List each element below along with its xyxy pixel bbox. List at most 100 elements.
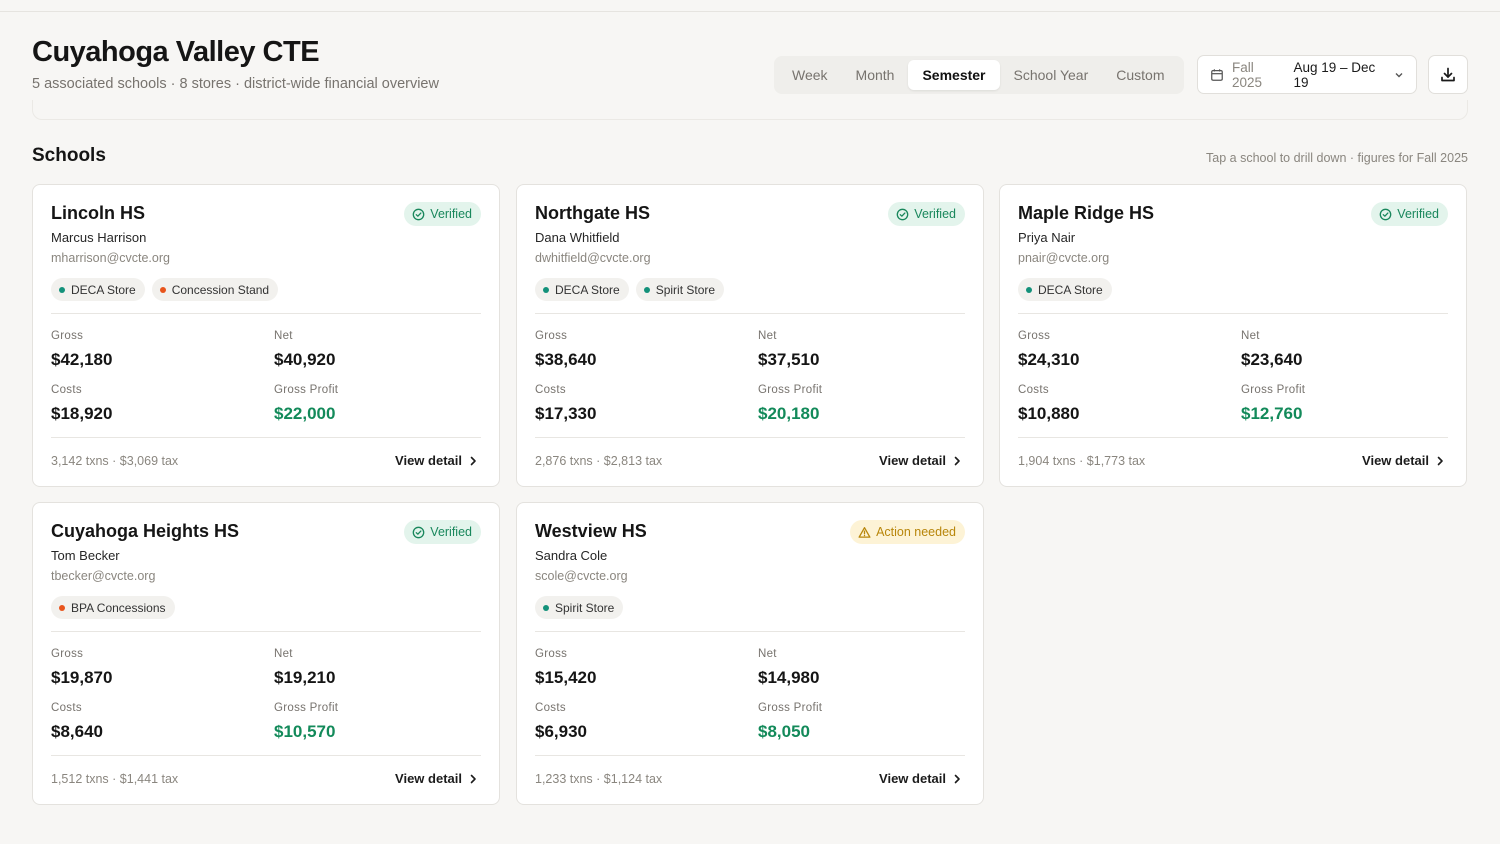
contact-email: scole@cvcte.org [535,569,628,583]
date-range-dropdown[interactable]: Fall 2025 Aug 19 – Dec 19 [1197,55,1417,94]
divider [51,313,481,314]
metric-label-costs: Costs [51,702,82,714]
metric-value-gross: $15,420 [535,668,597,687]
store-tag-label: BPA Concessions [71,600,166,615]
metric-value-net: $37,510 [758,350,820,369]
school-card[interactable]: Maple Ridge HS Verified Priya Nair pnair@cv… [999,184,1467,487]
metric-value-gross: $42,180 [51,350,113,369]
metric-label-gross: Gross [51,330,84,342]
view-detail-label: View detail [879,453,946,468]
status-badge-label: Verified [914,207,956,221]
store-dot [643,286,650,293]
chevron-right-icon [953,774,961,784]
chevron-right-icon [953,456,961,466]
school-name: Lincoln HS [51,203,145,223]
page-header: Cuyahoga Valley CTE 5 associated schools… [32,36,1468,120]
view-detail-label: View detail [395,453,462,468]
metric-value-net: $40,920 [274,350,336,369]
store-tag: DECA Store [535,278,629,301]
store-dot [1026,286,1032,293]
metric-value-gross-profit: $8,050 [758,722,810,741]
metric-label-net: Net [274,330,293,342]
store-tag: BPA Concessions [51,596,175,619]
metric-label-gross-profit: Gross Profit [758,702,823,714]
metric-label-gross: Gross [535,330,568,342]
tab-week[interactable]: Week [778,60,842,90]
metric-value-costs: $6,930 [535,722,587,741]
divider [51,437,481,438]
metric-label-costs: Costs [535,384,566,396]
view-detail-link[interactable]: View detail [879,453,961,468]
tab-custom[interactable]: Custom [1102,60,1178,90]
tab-semester[interactable]: Semester [908,60,1000,90]
store-tag: Spirit Store [535,596,624,619]
download-button[interactable] [1428,55,1468,94]
school-card[interactable]: Westview HS Action needed Sandra Cole scole… [516,502,984,805]
store-tag-label: Spirit Store [555,600,615,615]
metric-value-gross: $24,310 [1018,350,1080,369]
download-icon [1441,67,1455,81]
store-tag: DECA Store [51,278,145,301]
contact-name: Sandra Cole [535,548,608,563]
metric-label-gross-profit: Gross Profit [758,384,823,396]
store-tags: DECA Store Concession Stand [51,278,279,301]
view-detail-link[interactable]: View detail [879,771,961,786]
status-badge: Verified [404,520,481,544]
store-tags: BPA Concessions [51,596,175,619]
metric-label-costs: Costs [51,384,82,396]
status-badge-label: Verified [430,525,472,539]
divider [1018,313,1448,314]
school-name: Cuyahoga Heights HS [51,521,240,541]
metric-label-gross: Gross [51,648,84,660]
metric-label-costs: Costs [535,702,566,714]
metric-value-costs: $18,920 [51,404,113,423]
warning-icon [858,526,871,539]
metric-value-gross-profit: $20,180 [758,404,820,423]
status-badge: Verified [1371,202,1448,226]
school-card[interactable]: Lincoln HS Verified Marcus Harrison mharris… [32,184,500,487]
metric-label-net: Net [758,330,777,342]
status-badge-label: Verified [1397,207,1439,221]
section-title: Schools [32,145,106,166]
metric-value-gross-profit: $12,760 [1241,404,1303,423]
contact-email: pnair@cvcte.org [1018,251,1110,265]
view-detail-link[interactable]: View detail [395,771,477,786]
status-badge: Verified [404,202,481,226]
store-dot [159,286,166,293]
status-badge-label: Verified [430,207,472,221]
metric-value-net: $19,210 [274,668,336,687]
chevron-right-icon [469,456,477,466]
verified-check-icon [896,208,909,221]
store-tag-label: DECA Store [1038,282,1103,297]
metric-value-costs: $8,640 [51,722,103,741]
metric-label-costs: Costs [1018,384,1049,396]
school-card[interactable]: Northgate HS Verified Dana Whitfield dwhitf… [516,184,984,487]
transactions-summary: 1,233 txns · $1,124 tax [535,772,663,786]
store-tag-label: DECA Store [71,282,136,297]
contact-name: Marcus Harrison [51,230,147,245]
tab-school-year[interactable]: School Year [1000,60,1103,90]
divider [535,437,965,438]
date-range-term: Fall 2025 [1231,59,1263,90]
page-subtitle: 5 associated schools · 8 stores · distri… [32,76,439,92]
view-detail-link[interactable]: View detail [1362,453,1444,468]
contact-email: dwhitfield@cvcte.org [535,251,651,265]
transactions-summary: 1,512 txns · $1,441 tax [51,772,179,786]
metric-label-gross-profit: Gross Profit [274,702,339,714]
metric-value-net: $23,640 [1241,350,1303,369]
view-detail-link[interactable]: View detail [395,453,477,468]
school-card[interactable]: Cuyahoga Heights HS Verified Tom Becker tbe… [32,502,500,805]
view-detail-label: View detail [879,771,946,786]
metric-label-net: Net [1241,330,1260,342]
contact-email: mharrison@cvcte.org [51,251,170,265]
view-detail-label: View detail [395,771,462,786]
store-tag: Spirit Store [635,278,725,301]
store-tags: DECA Store [1018,278,1112,301]
divider [51,631,481,632]
metric-value-costs: $10,880 [1018,404,1080,423]
store-tag-label: DECA Store [555,282,620,297]
store-dot [59,286,65,293]
chevron-right-icon [1436,456,1444,466]
tab-month[interactable]: Month [842,60,909,90]
period-selector: Week Month Semester School Year Custom [774,56,1184,94]
